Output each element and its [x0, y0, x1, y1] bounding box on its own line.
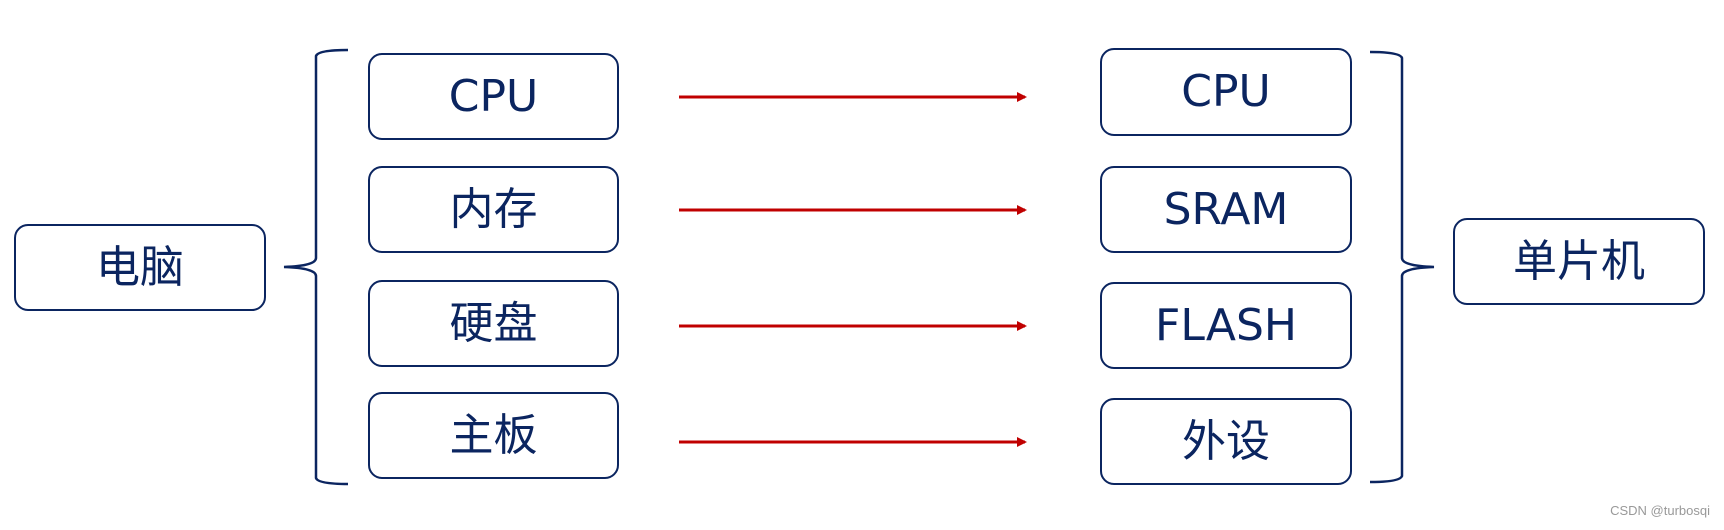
node-computer: 电脑	[14, 224, 266, 311]
left-brace	[283, 48, 349, 486]
node-right-flash: FLASH	[1100, 282, 1352, 369]
node-left-storage: 硬盘	[368, 280, 619, 367]
node-left-memory: 内存	[368, 166, 619, 253]
node-mcu: 单片机	[1453, 218, 1705, 305]
node-left-board: 主板	[368, 392, 619, 479]
node-left-cpu: CPU	[368, 53, 619, 140]
watermark: CSDN @turbosqi	[1610, 503, 1710, 518]
right-brace	[1369, 50, 1435, 484]
node-right-cpu: CPU	[1100, 48, 1352, 136]
node-right-sram: SRAM	[1100, 166, 1352, 253]
node-right-peripheral: 外设	[1100, 398, 1352, 485]
